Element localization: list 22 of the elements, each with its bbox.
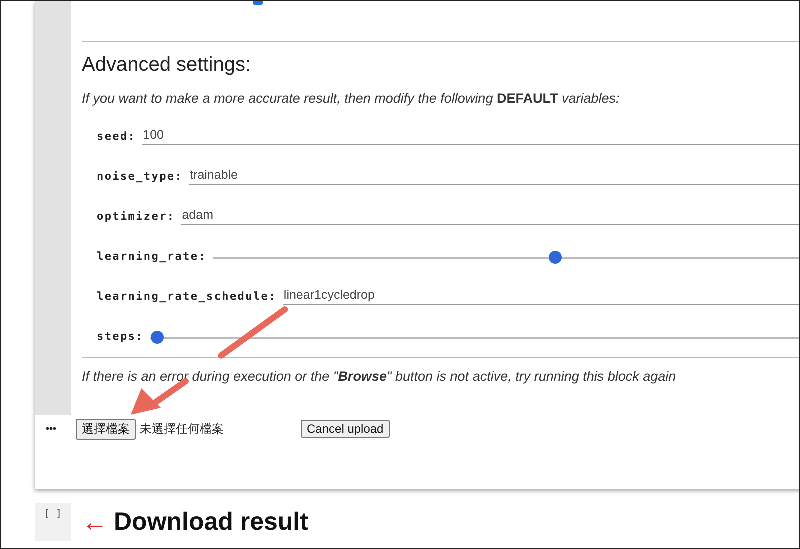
more-menu[interactable]: ••• <box>46 424 76 434</box>
arrow-glyph: ← <box>82 509 108 535</box>
param-label: learning_rate_schedule: <box>97 290 277 305</box>
section-heading: Advanced settings: <box>82 54 252 77</box>
text-field[interactable]: adam <box>181 208 799 225</box>
param-label: noise_type: <box>97 170 184 185</box>
param-label: steps: <box>97 330 144 345</box>
run-cell-button[interactable]: [ ] <box>35 503 71 541</box>
param-label: seed: <box>97 130 136 145</box>
cancel-upload-button[interactable]: Cancel upload <box>301 420 390 438</box>
slider-thumb[interactable] <box>548 251 562 264</box>
note-text: If there is an error during execution or the "Browse" button is not active, try running this block again <box>82 369 678 384</box>
text-field[interactable]: 100 <box>142 128 799 145</box>
slider-thumb[interactable] <box>150 331 164 344</box>
intro-text: If you want to make a more accurate result, then modify the following DEFAULT variables: <box>82 91 621 106</box>
text-field[interactable]: trainable <box>189 168 799 185</box>
choose-file-button[interactable]: 選擇檔案 <box>76 418 136 440</box>
cell-heading: Download result <box>114 508 308 536</box>
param-label: learning_rate: <box>97 250 207 265</box>
param-label: optimizer: <box>97 210 176 225</box>
text-field[interactable]: linear1cycledrop <box>282 288 799 305</box>
file-status-text: 未選擇任何檔案 <box>140 420 225 438</box>
